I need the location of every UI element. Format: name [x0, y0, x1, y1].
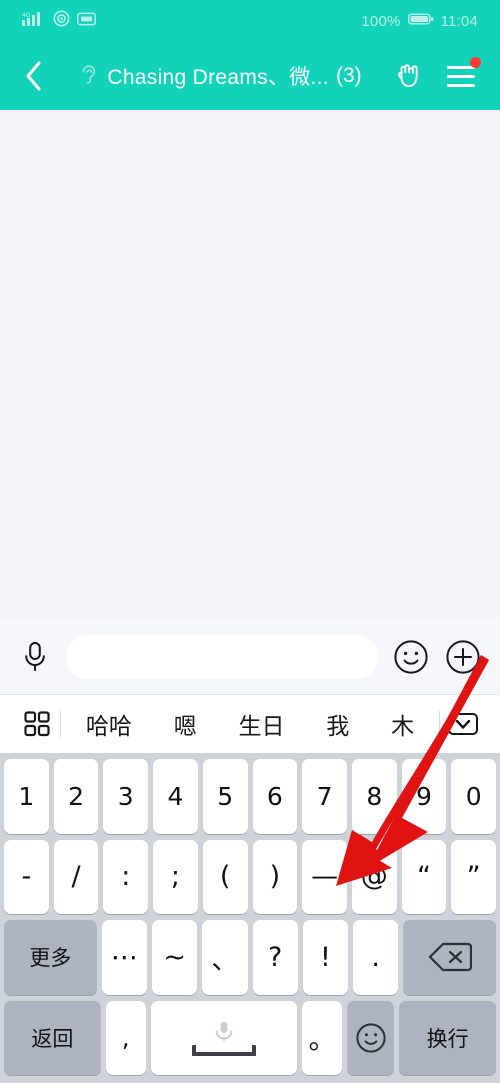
key-backspace[interactable] [403, 920, 496, 995]
key-quote-open[interactable]: “ [401, 839, 447, 914]
key-paren-close[interactable]: ) [252, 839, 298, 914]
candidate-item[interactable]: 哈哈 [86, 707, 132, 741]
candidate-item[interactable]: 木 [391, 707, 414, 741]
space-bar-glyph [191, 1044, 256, 1056]
key-comma[interactable]: , [105, 1000, 146, 1075]
key-3[interactable]: 3 [103, 759, 149, 834]
status-bar-right: 100% 11:04 [361, 12, 478, 31]
sim-card-icon [77, 12, 96, 31]
message-input-bar [0, 619, 500, 695]
key-0[interactable]: 0 [451, 759, 497, 834]
hamburger-menu-icon [447, 65, 475, 87]
status-bar-left: 4G [22, 10, 96, 32]
key-period[interactable]: . [353, 920, 399, 995]
ime-apps-button[interactable] [14, 710, 60, 738]
key-quote-close[interactable]: ” [451, 839, 497, 914]
keyboard-row-bottom: 返回 , 。 换行 [4, 1000, 496, 1075]
key-4[interactable]: 4 [153, 759, 198, 834]
back-button[interactable] [14, 54, 54, 98]
candidate-list: 哈哈 嗯 生日 我 木 [61, 707, 439, 741]
smiley-icon [394, 639, 428, 674]
microphone-icon [215, 1021, 233, 1042]
title-bar: Chasing Dreams、微... (3) [0, 42, 500, 110]
chevron-down-box-icon [448, 713, 478, 735]
key-6[interactable]: 6 [252, 759, 298, 834]
back-chevron-icon [26, 61, 41, 91]
key-paren-open[interactable]: ( [202, 839, 248, 914]
candidate-item[interactable]: 我 [326, 707, 349, 741]
keyboard-row-symbols: - / : ; ( ) — @ “ ” [4, 839, 497, 914]
key-colon[interactable]: : [103, 839, 149, 914]
key-ellipsis[interactable]: ⋯ [101, 920, 147, 995]
plus-icon [446, 639, 480, 674]
key-9[interactable]: 9 [401, 759, 447, 834]
candidate-item[interactable]: 嗯 [174, 707, 197, 741]
key-question[interactable]: ? [252, 920, 298, 995]
key-2[interactable]: 2 [53, 759, 99, 834]
voice-record-button[interactable] [18, 640, 52, 674]
key-slash[interactable]: / [53, 839, 99, 914]
microphone-icon [25, 641, 45, 671]
ime-keyboard: 1 2 3 4 5 6 7 8 9 0 - / : ; ( ) — @ “ ” … [0, 753, 500, 1083]
more-functions-button[interactable] [444, 638, 482, 676]
key-return-back[interactable]: 返回 [4, 1000, 101, 1075]
key-ideographic-period[interactable]: 。 [302, 1000, 343, 1075]
member-count-label: (3) [335, 64, 362, 87]
candidate-expand-button[interactable] [440, 710, 486, 738]
key-more[interactable]: 更多 [4, 920, 97, 995]
key-hyphen[interactable]: - [4, 839, 49, 914]
key-tilde[interactable]: ~ [152, 920, 198, 995]
key-1[interactable]: 1 [4, 759, 49, 834]
svg-text:4G: 4G [22, 12, 31, 19]
hotspot-icon [53, 10, 70, 32]
key-emoji[interactable] [347, 1000, 395, 1075]
phone-screen: 4G 1 00% 11:04 Chasing Dreams、微... (3) 哈哈… [0, 0, 500, 1083]
key-space[interactable] [150, 1000, 298, 1075]
key-8[interactable]: 8 [351, 759, 397, 834]
message-text-input[interactable] [66, 634, 378, 679]
key-7[interactable]: 7 [302, 759, 347, 834]
key-5[interactable]: 5 [202, 759, 248, 834]
emoji-picker-button[interactable] [392, 638, 430, 676]
keyboard-row-numbers: 1 2 3 4 5 6 7 8 9 0 [4, 759, 497, 834]
status-bar: 4G 100% 11:04 [0, 0, 500, 42]
key-at[interactable]: @ [351, 839, 397, 914]
key-semicolon[interactable]: ; [153, 839, 198, 914]
candidate-item[interactable]: 生日 [238, 707, 284, 741]
conversation-title-group[interactable]: Chasing Dreams、微... (3) [54, 61, 386, 91]
keyboard-row-punctuation: 更多 ⋯ ~ 、 ? ! . [4, 920, 496, 995]
key-ideographic-comma[interactable]: 、 [202, 920, 248, 995]
ime-candidate-bar: 哈哈 嗯 生日 我 木 [0, 695, 500, 753]
rock-hand-button[interactable] [390, 60, 430, 92]
battery-icon [407, 12, 434, 31]
key-exclamation[interactable]: ! [302, 920, 348, 995]
conversation-message-area[interactable] [0, 110, 500, 619]
ear-mute-icon [78, 62, 100, 91]
key-dash[interactable]: — [302, 839, 347, 914]
page-title: Chasing Dreams、微... [107, 66, 329, 89]
grid-apps-icon [24, 711, 50, 737]
key-newline[interactable]: 换行 [399, 1000, 496, 1075]
signal-icon: 4G [22, 10, 46, 32]
backspace-icon [428, 943, 472, 972]
notification-dot [470, 57, 481, 68]
menu-button[interactable] [440, 54, 482, 98]
battery-percent-label: 100% [361, 12, 401, 30]
smiley-icon [356, 1023, 386, 1053]
rock-hand-icon [397, 64, 418, 87]
clock-label: 11:04 [440, 12, 478, 30]
